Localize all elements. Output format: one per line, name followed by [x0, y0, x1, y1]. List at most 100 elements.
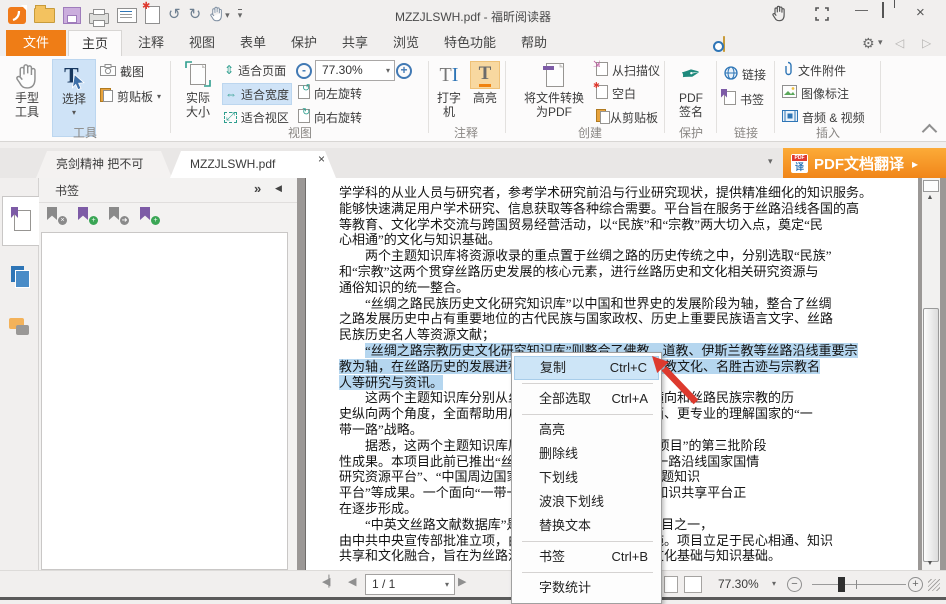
zoom-level-value: 77.30% [322, 63, 363, 77]
tab-share[interactable]: 共享 [329, 30, 381, 56]
find-previous-icon[interactable]: ◁ [895, 36, 904, 50]
panel-collapse-icon[interactable]: » [254, 181, 261, 196]
menu-item-word-count[interactable]: 字数统计 [512, 576, 661, 600]
tab-protect[interactable]: 保护 [278, 30, 330, 56]
tab-comment[interactable]: 注释 [125, 30, 177, 56]
link-button[interactable]: 链接 [724, 64, 766, 84]
bookmarks-panel-title: 书签 [55, 182, 79, 199]
close-button[interactable]: × [916, 5, 925, 21]
rotate-left-button[interactable]: ↺ 向左旋转 [298, 83, 362, 103]
scroll-down-icon[interactable]: ▼ [922, 560, 938, 567]
scrollbar-thumb[interactable] [923, 308, 939, 562]
nav-comments-button[interactable] [2, 306, 38, 354]
image-icon [782, 85, 797, 101]
actual-size-button[interactable]: 实际大小 [177, 59, 219, 119]
tab-form[interactable]: 表单 [227, 30, 279, 56]
highlight-label: 高亮 [473, 91, 497, 105]
bookmark-label: 书签 [740, 91, 764, 108]
restore-button[interactable] [882, 2, 884, 18]
scroll-up-icon[interactable]: ▲ [922, 194, 938, 201]
convert-to-pdf-button[interactable]: 将文件转换为PDF [518, 59, 590, 119]
bookmark-button[interactable]: 书签 [724, 89, 764, 109]
ribbon-tab-row: 文件 主页 注释 视图 表单 保护 共享 浏览 特色功能 帮助 ⚙ ▾ ◁ ▷ [0, 30, 946, 56]
vertical-scrollbar[interactable]: ▲ ▼ [922, 178, 940, 570]
tab-list-dropdown-icon[interactable]: ▾ [768, 156, 773, 167]
pdf-sign-pen-icon: ✒ [678, 57, 703, 92]
shortcut-bookmark: Ctrl+B [612, 545, 648, 569]
pdf-translate-banner[interactable]: PDF文档翻译 ▸ [783, 148, 946, 179]
fit-width-button[interactable]: ⇔ 适合宽度 [222, 83, 292, 105]
single-page-view-icon[interactable] [664, 576, 678, 593]
zoom-out-button[interactable]: − [787, 577, 802, 592]
menu-item-copy[interactable]: 复制 Ctrl+C [514, 356, 659, 380]
share-hand-icon[interactable] [771, 4, 788, 25]
add-bookmark-button[interactable]: + [78, 207, 94, 223]
gear-icon[interactable]: ⚙ [862, 35, 875, 52]
tab-close-icon[interactable]: × [318, 152, 325, 166]
zoom-out-icon[interactable]: - [296, 63, 312, 79]
snapshot-button[interactable]: 截图 [100, 61, 144, 81]
next-page-button[interactable]: ▶ [458, 575, 466, 588]
tab-file[interactable]: 文件 [6, 30, 66, 56]
nav-pages-button[interactable] [2, 254, 38, 302]
resize-grip[interactable] [928, 579, 940, 591]
first-page-button[interactable]: ◀▏ [322, 575, 335, 588]
comment-bubble-icon-2 [16, 325, 29, 335]
file-attachment-button[interactable]: 文件附件 [782, 60, 846, 80]
pdf-sign-button[interactable]: ✒ PDF签名 [670, 59, 712, 119]
page-number-box[interactable]: 1 / 1 ▾ [365, 574, 455, 595]
doc-tab-1[interactable]: 亮剑精神 把不可能变... [36, 151, 172, 178]
tab-home[interactable]: 主页 [68, 30, 122, 57]
scrollbar-top-box[interactable] [923, 180, 939, 192]
typewriter-icon: TI [440, 59, 459, 91]
previous-page-button[interactable]: ◀ [348, 575, 356, 588]
zoom-in-button[interactable]: + [908, 577, 923, 592]
from-scanner-button[interactable]: ⇲ 从扫描仪 [596, 60, 660, 80]
menu-item-strikeout[interactable]: 删除线 [512, 442, 661, 466]
link-label: 链接 [742, 66, 766, 83]
nav-bookmarks-button[interactable] [2, 196, 40, 246]
tab-help[interactable]: 帮助 [508, 30, 560, 56]
zoom-slider-handle[interactable] [838, 577, 845, 592]
red-pointer-arrow [642, 350, 704, 412]
add-child-bookmark-button[interactable]: + [140, 207, 156, 223]
delete-bookmark-button[interactable]: × [47, 207, 63, 223]
highlight-button[interactable]: T 高亮 [468, 59, 502, 105]
menu-item-squiggly-underline[interactable]: 波浪下划线 [512, 490, 661, 514]
clipboard-button[interactable]: 剪贴板 ▾ [100, 86, 161, 106]
status-zoom-dropdown-icon[interactable]: ▾ [772, 579, 776, 588]
continuous-view-icon[interactable] [684, 576, 702, 593]
document-line: “丝绸之路民族历史文化研究知识库”以中国和世界史的发展阶段为轴，整合了丝绸 [339, 296, 884, 312]
menu-item-replace-text[interactable]: 替换文本 [512, 514, 661, 538]
blank-button[interactable]: ✱ 空白 [596, 83, 636, 103]
tab-view[interactable]: 视图 [176, 30, 228, 56]
hand-tool-button[interactable]: 手型工具 [6, 59, 48, 119]
globe-link-icon [724, 66, 738, 83]
from-clipboard-icon [596, 109, 606, 125]
menu-item-bookmark[interactable]: 书签 Ctrl+B [512, 545, 661, 569]
zoom-slider-track[interactable] [812, 584, 906, 585]
collapse-ribbon-icon[interactable] [922, 124, 938, 140]
menu-item-select-all[interactable]: 全部选取 Ctrl+A [512, 387, 661, 411]
menu-item-highlight[interactable]: 高亮 [512, 418, 661, 442]
doc-tab-2-active[interactable]: MZZJLSWH.pdf [170, 151, 336, 178]
tab-features[interactable]: 特色功能 [431, 30, 509, 56]
minimize-button[interactable]: — [855, 2, 868, 17]
typewriter-label: 打字机 [434, 91, 464, 119]
file-attachment-label: 文件附件 [798, 62, 846, 79]
tab-browse[interactable]: 浏览 [380, 30, 432, 56]
search-options-dropdown-icon[interactable]: ▾ [878, 37, 883, 48]
menu-item-underline[interactable]: 下划线 [512, 466, 661, 490]
fullscreen-icon[interactable] [815, 7, 829, 24]
fit-page-button[interactable]: ⇕ 适合页面 [224, 60, 286, 80]
zoom-level-combo[interactable]: 77.30% ▾ [315, 60, 395, 81]
typewriter-button[interactable]: TI 打字机 [432, 59, 466, 119]
find-next-icon[interactable]: ▷ [922, 36, 931, 50]
image-annotation-button[interactable]: 图像标注 [782, 83, 849, 103]
panel-back-icon[interactable]: ◀ [275, 183, 282, 194]
expand-bookmark-button[interactable]: ➜ [109, 207, 125, 223]
bookmarks-list[interactable] [41, 232, 288, 570]
title-bar: ✱ ↺ ↻ ▾ ▾ MZZJLSWH.pdf - 福昕阅读器 — × [0, 0, 946, 30]
zoom-in-icon[interactable]: + [396, 63, 412, 79]
search-in-folder-icon[interactable] [723, 36, 725, 52]
